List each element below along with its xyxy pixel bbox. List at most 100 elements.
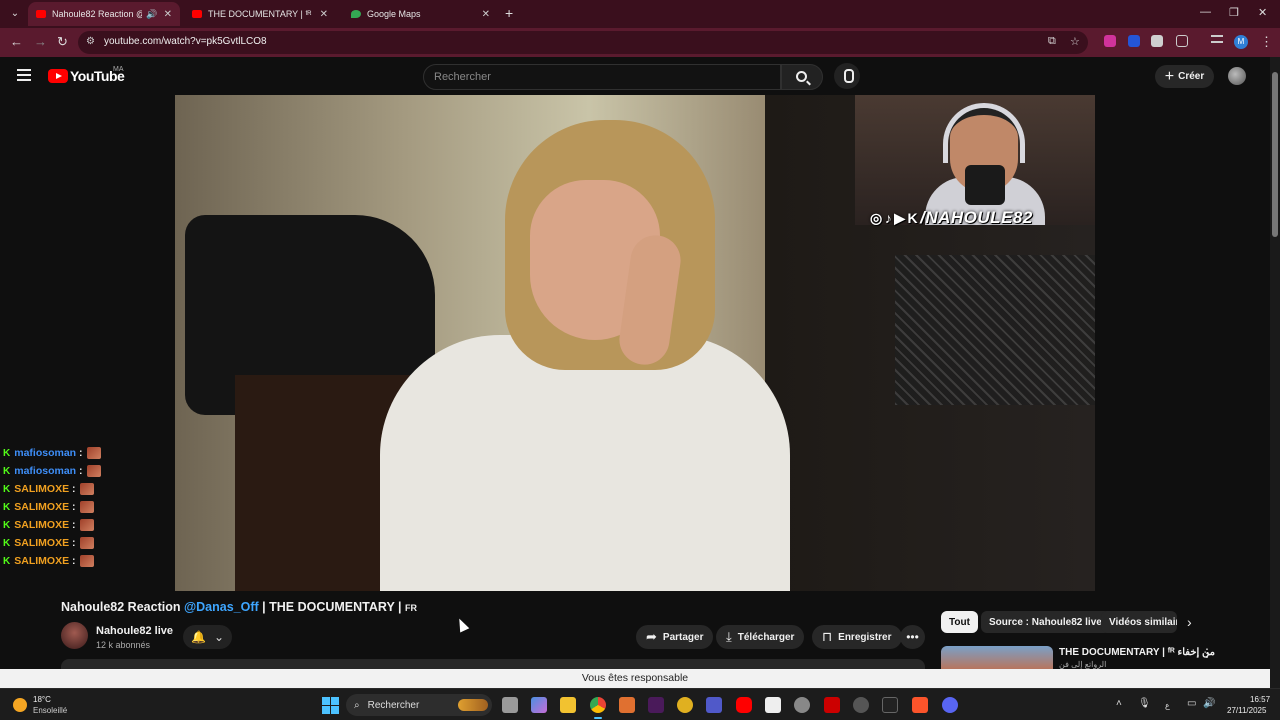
chat-message: K SALIMOXE :	[3, 498, 101, 516]
extensions-puzzle-icon[interactable]	[1176, 35, 1188, 47]
streamer-webcam	[855, 95, 1095, 225]
app-icon[interactable]	[648, 697, 664, 713]
close-window-button[interactable]: ✕	[1258, 6, 1267, 19]
save-button[interactable]: ⊓ Enregistrer	[812, 625, 902, 649]
social-handle: /NAHOULE82	[920, 208, 1033, 227]
volume-icon[interactable]: 🔊	[1203, 698, 1215, 709]
close-tab-icon[interactable]: ✕	[320, 9, 328, 20]
restore-button[interactable]: ❐	[1229, 6, 1239, 19]
forward-button[interactable]: →	[34, 34, 47, 49]
menu-hamburger-icon[interactable]	[17, 69, 31, 81]
tab-search-button[interactable]: ⌄	[6, 5, 24, 23]
responsibility-notice: Vous êtes responsable	[0, 669, 1270, 688]
youtube-favicon-icon	[36, 10, 46, 18]
back-button[interactable]: ←	[10, 34, 23, 49]
weather-temperature[interactable]: 18°C	[33, 695, 51, 704]
discord-icon[interactable]	[942, 697, 958, 713]
youtube-app-icon[interactable]	[736, 697, 752, 713]
tab-documentary[interactable]: THE DOCUMENTARY | ᶠᴿ من إ ✕	[184, 2, 336, 26]
subscription-bell-button[interactable]: 🔔 ⌄	[183, 625, 232, 649]
network-icon[interactable]: ▭	[1187, 698, 1196, 709]
taskbar-search[interactable]: ⌕ Rechercher	[346, 694, 492, 716]
file-explorer-icon[interactable]	[560, 697, 576, 713]
related-more-icon[interactable]: ⋮	[1201, 646, 1213, 660]
browser-menu-icon[interactable]: ⋮	[1260, 34, 1273, 50]
emote-icon	[79, 555, 94, 567]
kick-badge-icon: K	[3, 447, 11, 459]
address-bar[interactable]: ⚙ youtube.com/watch?v=pk5GvtlLCO8 ⧉ ☆	[78, 31, 1088, 54]
emote-icon	[86, 447, 101, 459]
search-placeholder: Rechercher	[434, 71, 491, 83]
app-icon[interactable]	[619, 697, 635, 713]
chip-all[interactable]: Tout	[941, 611, 978, 633]
brave-icon[interactable]	[912, 697, 928, 713]
netflix-icon[interactable]	[824, 697, 840, 713]
title-mention-link[interactable]: @Danas_Off	[184, 600, 259, 614]
scroll-thumb[interactable]	[1272, 72, 1278, 237]
bookmark-star-icon[interactable]: ☆	[1070, 35, 1080, 48]
weather-condition[interactable]: Ensoleillé	[33, 706, 67, 715]
bell-icon: 🔔	[190, 630, 206, 644]
tab-youtube-reaction[interactable]: Nahoule82 Reaction @Dana 🔊 ✕	[28, 2, 180, 26]
download-button[interactable]: ⤓ Télécharger	[716, 625, 805, 649]
site-info-icon[interactable]: ⚙	[86, 36, 95, 47]
extension-icon[interactable]	[1151, 35, 1163, 47]
close-tab-icon[interactable]: ✕	[164, 9, 172, 20]
chrome-icon[interactable]	[590, 697, 606, 719]
chip-source[interactable]: Source : Nahoule82 live	[981, 611, 1110, 633]
app-icon[interactable]	[882, 697, 898, 713]
app-icon[interactable]	[677, 697, 693, 713]
extension-icon[interactable]	[1104, 35, 1116, 47]
chip-similar[interactable]: Vidéos similaires	[1101, 611, 1177, 633]
profile-avatar[interactable]: M	[1234, 35, 1248, 49]
voice-search-button[interactable]	[834, 63, 860, 89]
tray-expand-icon[interactable]: ˄	[1116, 698, 1122, 709]
kick-badge-icon: K	[3, 465, 11, 477]
speaker-icon[interactable]: 🔊	[146, 9, 157, 20]
clock-date[interactable]: 27/11/2025	[1227, 706, 1266, 715]
app-icon[interactable]	[765, 697, 781, 713]
new-tab-button[interactable]: +	[505, 5, 513, 21]
app-icon[interactable]	[794, 697, 810, 713]
weather-sun-icon[interactable]	[13, 698, 27, 712]
channel-name[interactable]: Nahoule82 live	[96, 625, 173, 637]
app-icon[interactable]	[853, 697, 869, 713]
browser-tab-bar: ⌄ Nahoule82 Reaction @Dana 🔊 ✕ THE DOCUM…	[0, 0, 1280, 28]
video-frame-person-body	[380, 335, 790, 591]
copilot-icon[interactable]	[531, 697, 547, 713]
media-controls-icon[interactable]	[1211, 35, 1223, 43]
clock-time[interactable]: 16:57	[1250, 695, 1270, 704]
youtube-logo-icon[interactable]	[48, 69, 68, 83]
account-avatar[interactable]	[1228, 67, 1246, 85]
install-app-icon[interactable]: ⧉	[1048, 35, 1056, 48]
chat-username: mafiosoman	[14, 465, 77, 477]
chat-message: Kmafiosoman :	[3, 462, 101, 480]
kick-badge-icon: K	[3, 519, 11, 531]
chevron-right-icon[interactable]: ›	[1187, 614, 1192, 630]
tab-google-maps[interactable]: Google Maps ✕	[343, 2, 498, 26]
microphone-icon[interactable]: 🎙	[1138, 698, 1151, 709]
create-button[interactable]: + Créer	[1155, 65, 1214, 88]
search-input[interactable]: Rechercher	[423, 64, 781, 90]
close-tab-icon[interactable]: ✕	[482, 9, 490, 20]
emote-icon	[79, 519, 94, 531]
chat-username: SALIMOXE	[14, 519, 70, 531]
start-button[interactable]	[322, 697, 339, 714]
more-actions-button[interactable]: •••	[900, 625, 925, 649]
tab-label: Nahoule82 Reaction @Dana	[52, 9, 142, 19]
related-video-title[interactable]: THE DOCUMENTARY | ᶠᴿ من إخفاء	[1059, 647, 1215, 658]
minimize-button[interactable]: —	[1200, 6, 1211, 18]
channel-avatar[interactable]	[61, 622, 88, 649]
extension-icon[interactable]	[1128, 35, 1140, 47]
download-icon: ⤓	[726, 629, 732, 644]
search-button[interactable]	[781, 64, 823, 90]
share-button[interactable]: ➦ Partager	[636, 625, 714, 649]
chat-username: SALIMOXE	[14, 537, 70, 549]
reload-button[interactable]: ↻	[57, 34, 68, 50]
youtube-header: YouTube MA Rechercher + Créer	[0, 57, 1270, 95]
teams-icon[interactable]	[706, 697, 722, 713]
language-indicator[interactable]: ع	[1165, 701, 1170, 710]
chat-username: SALIMOXE	[14, 555, 70, 567]
page-scrollbar[interactable]	[1270, 57, 1280, 688]
task-view-icon[interactable]	[502, 697, 518, 713]
